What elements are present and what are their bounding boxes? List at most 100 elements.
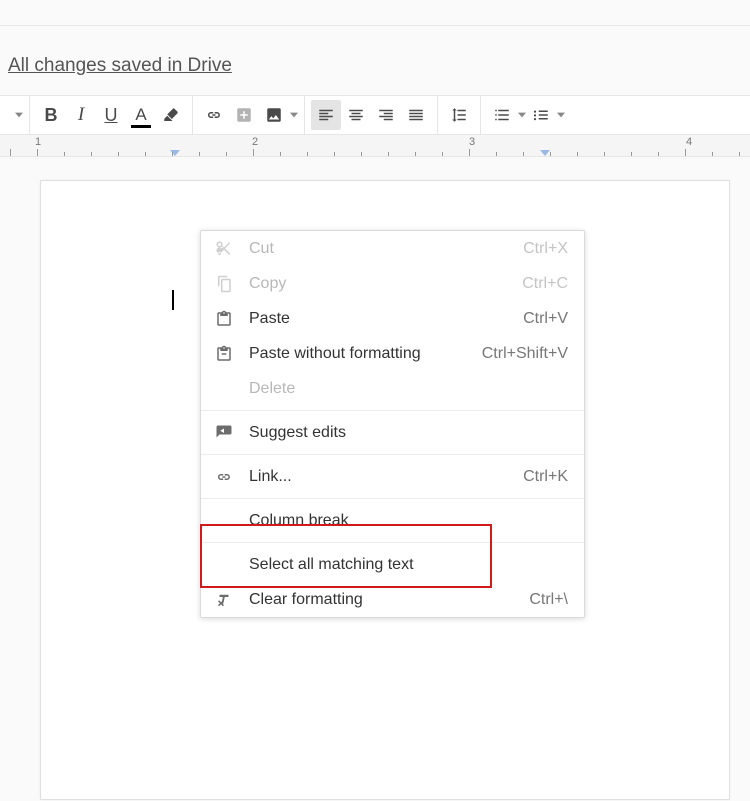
highlight-icon (162, 106, 180, 124)
ruler-tick (496, 152, 497, 156)
link-icon (213, 466, 235, 488)
comment-icon (235, 106, 253, 124)
ruler-tick (712, 152, 713, 156)
ruler-tick (469, 149, 470, 156)
align-justify-button[interactable] (401, 100, 431, 130)
menu-column-break[interactable]: Column break (201, 503, 584, 538)
blank-icon (213, 554, 235, 576)
menu-cut[interactable]: Cut Ctrl+X (201, 231, 584, 266)
line-spacing-button[interactable] (444, 100, 474, 130)
menu-separator (201, 542, 584, 543)
align-right-button[interactable] (371, 100, 401, 130)
align-right-icon (377, 106, 395, 124)
context-menu: Cut Ctrl+X Copy Ctrl+C Paste Ctrl+V Past… (200, 230, 585, 618)
more-styles-dropdown[interactable] (14, 100, 23, 130)
ruler-tick (388, 152, 389, 156)
bulleted-list-icon (532, 106, 550, 124)
numbered-list-dropdown[interactable] (517, 100, 526, 130)
menu-cut-shortcut: Ctrl+X (523, 240, 568, 258)
ruler-tick (658, 152, 659, 156)
menu-select-matching[interactable]: Select all matching text (201, 547, 584, 582)
ruler-tick (172, 152, 173, 156)
menu-paste-label: Paste (249, 310, 523, 328)
menu-separator (201, 498, 584, 499)
ruler-tick (685, 149, 686, 156)
image-dropdown[interactable] (289, 100, 298, 130)
blank-icon (213, 510, 235, 532)
ruler-tick (37, 149, 38, 156)
ruler-tick (10, 149, 11, 156)
menu-suggest-label: Suggest edits (249, 424, 568, 442)
align-left-button[interactable] (311, 100, 341, 130)
menu-pastewo-shortcut: Ctrl+Shift+V (482, 345, 568, 363)
ruler-tick (577, 152, 578, 156)
ruler: 1 2 3 4 (0, 135, 750, 157)
top-border (0, 25, 750, 26)
ruler-tick (226, 152, 227, 156)
paste-icon (213, 308, 235, 330)
menu-link-shortcut: Ctrl+K (523, 468, 568, 486)
menu-copy-label: Copy (249, 275, 522, 293)
menu-paste[interactable]: Paste Ctrl+V (201, 301, 584, 336)
ruler-tick (550, 152, 551, 156)
align-left-icon (317, 106, 335, 124)
menu-separator (201, 410, 584, 411)
ruler-tick (739, 152, 740, 156)
bulleted-list-button[interactable] (526, 100, 556, 130)
ruler-tick (253, 149, 254, 156)
right-indent-marker[interactable] (540, 147, 550, 153)
ruler-tick (523, 152, 524, 156)
save-status-link[interactable]: All changes saved in Drive (8, 55, 232, 77)
cut-icon (213, 238, 235, 260)
menu-delete[interactable]: Delete (201, 371, 584, 406)
line-spacing-icon (450, 106, 468, 124)
menu-copy-shortcut: Ctrl+C (522, 275, 568, 293)
menu-paste-shortcut: Ctrl+V (523, 310, 568, 328)
insert-image-button[interactable] (259, 100, 289, 130)
menu-link-label: Link... (249, 468, 523, 486)
ruler-tick (199, 152, 200, 156)
menu-paste-without-formatting[interactable]: Paste without formatting Ctrl+Shift+V (201, 336, 584, 371)
ruler-num-3: 3 (469, 136, 475, 148)
align-center-icon (347, 106, 365, 124)
toolbar: B I U A (0, 95, 750, 135)
ruler-tick (361, 152, 362, 156)
ruler-num-4: 4 (686, 136, 692, 148)
numbered-list-button[interactable] (487, 100, 517, 130)
bold-button[interactable]: B (36, 100, 66, 130)
ruler-tick (631, 152, 632, 156)
suggest-icon (213, 422, 235, 444)
blank-icon (213, 378, 235, 400)
italic-button[interactable]: I (66, 100, 96, 130)
menu-link[interactable]: Link... Ctrl+K (201, 459, 584, 494)
ruler-tick (118, 152, 119, 156)
underline-button[interactable]: U (96, 100, 126, 130)
insert-link-button[interactable] (199, 100, 229, 130)
menu-copy[interactable]: Copy Ctrl+C (201, 266, 584, 301)
copy-icon (213, 273, 235, 295)
menu-suggest-edits[interactable]: Suggest edits (201, 415, 584, 450)
image-icon (265, 106, 283, 124)
menu-clearfmt-shortcut: Ctrl+\ (529, 591, 568, 609)
italic-icon: I (78, 104, 84, 126)
menu-clear-formatting[interactable]: Clear formatting Ctrl+\ (201, 582, 584, 617)
bulleted-list-dropdown[interactable] (556, 100, 565, 130)
text-color-icon: A (131, 105, 151, 125)
align-center-button[interactable] (341, 100, 371, 130)
ruler-tick (442, 152, 443, 156)
text-color-button[interactable]: A (126, 100, 156, 130)
ruler-tick (145, 152, 146, 156)
highlight-button[interactable] (156, 100, 186, 130)
ruler-tick (604, 152, 605, 156)
text-cursor (172, 290, 174, 310)
ruler-tick (307, 152, 308, 156)
ruler-num-2: 2 (252, 136, 258, 148)
menu-delete-label: Delete (249, 380, 568, 398)
menu-colbreak-label: Column break (249, 512, 568, 530)
underline-icon: U (105, 105, 118, 126)
numbered-list-icon (493, 106, 511, 124)
bold-icon: B (45, 105, 58, 126)
menu-separator (201, 454, 584, 455)
insert-comment-button[interactable] (229, 100, 259, 130)
menu-pastewo-label: Paste without formatting (249, 345, 482, 363)
